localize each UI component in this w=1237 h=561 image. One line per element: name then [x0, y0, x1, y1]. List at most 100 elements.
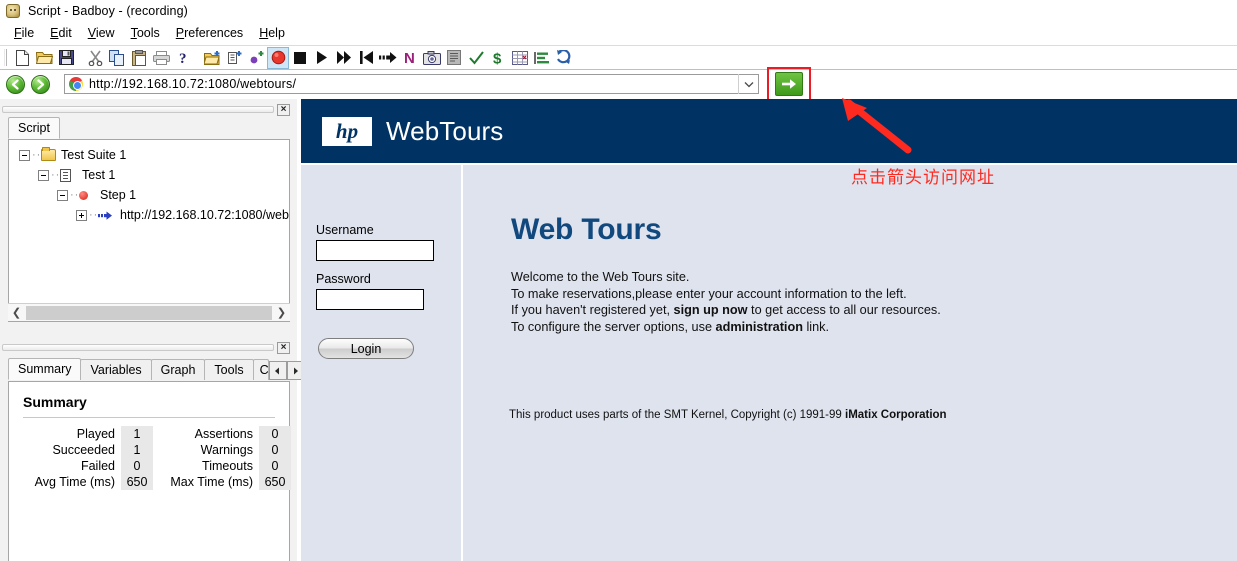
tree-node-test[interactable]: ·· Test 1: [9, 165, 289, 185]
stat-value-max-time: 650: [259, 474, 291, 490]
stat-label-succeeded: Succeeded: [52, 443, 115, 457]
new-icon[interactable]: [11, 47, 33, 69]
blue-arrow-icon: [98, 210, 113, 221]
splitter-track[interactable]: [2, 106, 274, 113]
expander-minus-icon[interactable]: [38, 169, 49, 181]
list-properties-icon[interactable]: [531, 47, 553, 69]
tree-node-test-suite[interactable]: ·· Test Suite 1: [9, 145, 289, 165]
stop-icon[interactable]: [289, 47, 311, 69]
copy-icon[interactable]: [106, 47, 128, 69]
tree-connector: ··: [89, 209, 99, 221]
stat-label-assertions: Assertions: [194, 427, 253, 441]
tab-summary-label: Summary: [18, 362, 72, 376]
tab-scroll-left-icon[interactable]: [268, 361, 287, 380]
tab-graph-label: Graph: [160, 363, 196, 377]
step-icon[interactable]: [377, 47, 399, 69]
tab-clipped-label: C: [259, 363, 269, 377]
login-button[interactable]: Login: [318, 338, 414, 359]
sign-up-now-link[interactable]: sign up now: [674, 303, 748, 317]
rewind-icon[interactable]: [355, 47, 377, 69]
tree-node-request[interactable]: ·· http://192.168.10.72:1080/webt: [9, 205, 289, 225]
tab-tools-label: Tools: [214, 363, 244, 377]
tree-horizontal-scrollbar[interactable]: ❮ ❯: [8, 303, 290, 321]
tab-script[interactable]: Script: [8, 117, 60, 139]
stat-value-succeeded: 1: [121, 442, 153, 458]
administration-link[interactable]: administration: [716, 320, 803, 334]
line4-prefix: To configure the server options, use: [511, 319, 716, 334]
close-icon[interactable]: ×: [277, 341, 290, 354]
chevron-down-icon[interactable]: [738, 74, 758, 94]
tree-connector: ··: [70, 189, 80, 201]
script-tree[interactable]: ·· Test Suite 1 ·· Test 1 ·· Step 1 ·· h…: [8, 139, 290, 322]
scrollbar-thumb[interactable]: [26, 305, 272, 320]
camera-icon[interactable]: [421, 47, 443, 69]
tree-node-step[interactable]: ·· Step 1: [9, 185, 289, 205]
tab-summary[interactable]: Summary: [8, 358, 82, 380]
dollar-variable-icon[interactable]: $: [487, 47, 509, 69]
assert-check-icon[interactable]: [465, 47, 487, 69]
add-suite-folder-icon[interactable]: [201, 47, 223, 69]
play-fast-icon[interactable]: [333, 47, 355, 69]
help-question-icon[interactable]: ?: [172, 47, 194, 69]
toolbar-grip[interactable]: [4, 49, 7, 66]
add-step-icon[interactable]: [245, 47, 267, 69]
page-heading: Web Tours: [511, 213, 662, 246]
welcome-line-1: Welcome to the Web Tours site.: [511, 270, 690, 284]
splitter-track[interactable]: [2, 344, 274, 351]
tab-clipped[interactable]: C: [252, 359, 269, 380]
summary-panel: Summary Played 1 Assertions 0 Succeeded …: [8, 381, 291, 561]
open-folder-icon[interactable]: [33, 47, 55, 69]
tree-node-label: Test 1: [82, 168, 116, 182]
welcome-line-2: To make reservations,please enter your a…: [511, 286, 907, 301]
grid-table-icon[interactable]: [509, 47, 531, 69]
application-window: Script - Badboy - (recording) File Edit …: [0, 0, 1237, 561]
paste-clipboard-icon[interactable]: [128, 47, 150, 69]
stat-label-warnings: Warnings: [200, 443, 253, 457]
welcome-line-3: If you haven't registered yet, sign up n…: [511, 302, 1237, 319]
menu-tools[interactable]: Tools: [124, 25, 169, 41]
menu-preferences[interactable]: Preferences: [169, 25, 252, 41]
play-icon[interactable]: [311, 47, 333, 69]
expander-minus-icon[interactable]: [19, 149, 30, 161]
username-input[interactable]: [316, 240, 434, 261]
report-icon[interactable]: [443, 47, 465, 69]
close-icon[interactable]: ×: [277, 103, 290, 116]
navigator-n-icon[interactable]: N: [399, 47, 421, 69]
forward-icon[interactable]: [31, 74, 50, 94]
url-input[interactable]: http://192.168.10.72:1080/webtours/: [64, 74, 759, 94]
main-toolbar: ? N $: [0, 45, 1237, 70]
scroll-right-icon[interactable]: ❯: [273, 305, 290, 321]
tab-variables[interactable]: Variables: [80, 359, 152, 380]
footer-prefix: This product uses parts of the SMT Kerne…: [509, 409, 845, 421]
menu-view[interactable]: View: [81, 25, 124, 41]
cut-scissors-icon[interactable]: [84, 47, 106, 69]
address-bar: http://192.168.10.72:1080/webtours/: [0, 67, 1237, 101]
folder-icon: [41, 147, 56, 161]
line4-suffix: link.: [802, 319, 830, 334]
record-icon[interactable]: [267, 46, 289, 69]
add-test-icon[interactable]: [223, 47, 245, 69]
page-footer: This product uses parts of the SMT Kerne…: [509, 409, 1237, 421]
script-pane-splitter[interactable]: ×: [2, 103, 290, 116]
refresh-icon[interactable]: [553, 47, 575, 69]
print-icon[interactable]: [150, 47, 172, 69]
summary-pane-splitter[interactable]: ×: [2, 341, 290, 354]
password-input[interactable]: [316, 289, 424, 310]
tab-tools[interactable]: Tools: [204, 359, 254, 380]
expander-plus-icon[interactable]: [76, 209, 87, 221]
tree-node-label: Step 1: [100, 188, 137, 202]
tab-graph[interactable]: Graph: [150, 359, 206, 380]
stat-label-failed: Failed: [80, 459, 115, 473]
menu-help[interactable]: Help: [252, 25, 294, 41]
save-icon[interactable]: [55, 47, 77, 69]
menu-edit[interactable]: Edit: [43, 25, 81, 41]
site-header: hp WebTours: [301, 99, 1237, 163]
back-icon[interactable]: [6, 74, 25, 94]
scroll-left-icon[interactable]: ❮: [8, 305, 25, 321]
menu-file[interactable]: File: [7, 25, 43, 41]
hp-logo: hp: [322, 116, 372, 146]
go-button-highlight: [767, 67, 811, 101]
summary-divider: [23, 417, 275, 418]
stat-value-avg-time: 650: [121, 474, 153, 490]
expander-minus-icon[interactable]: [57, 189, 68, 201]
